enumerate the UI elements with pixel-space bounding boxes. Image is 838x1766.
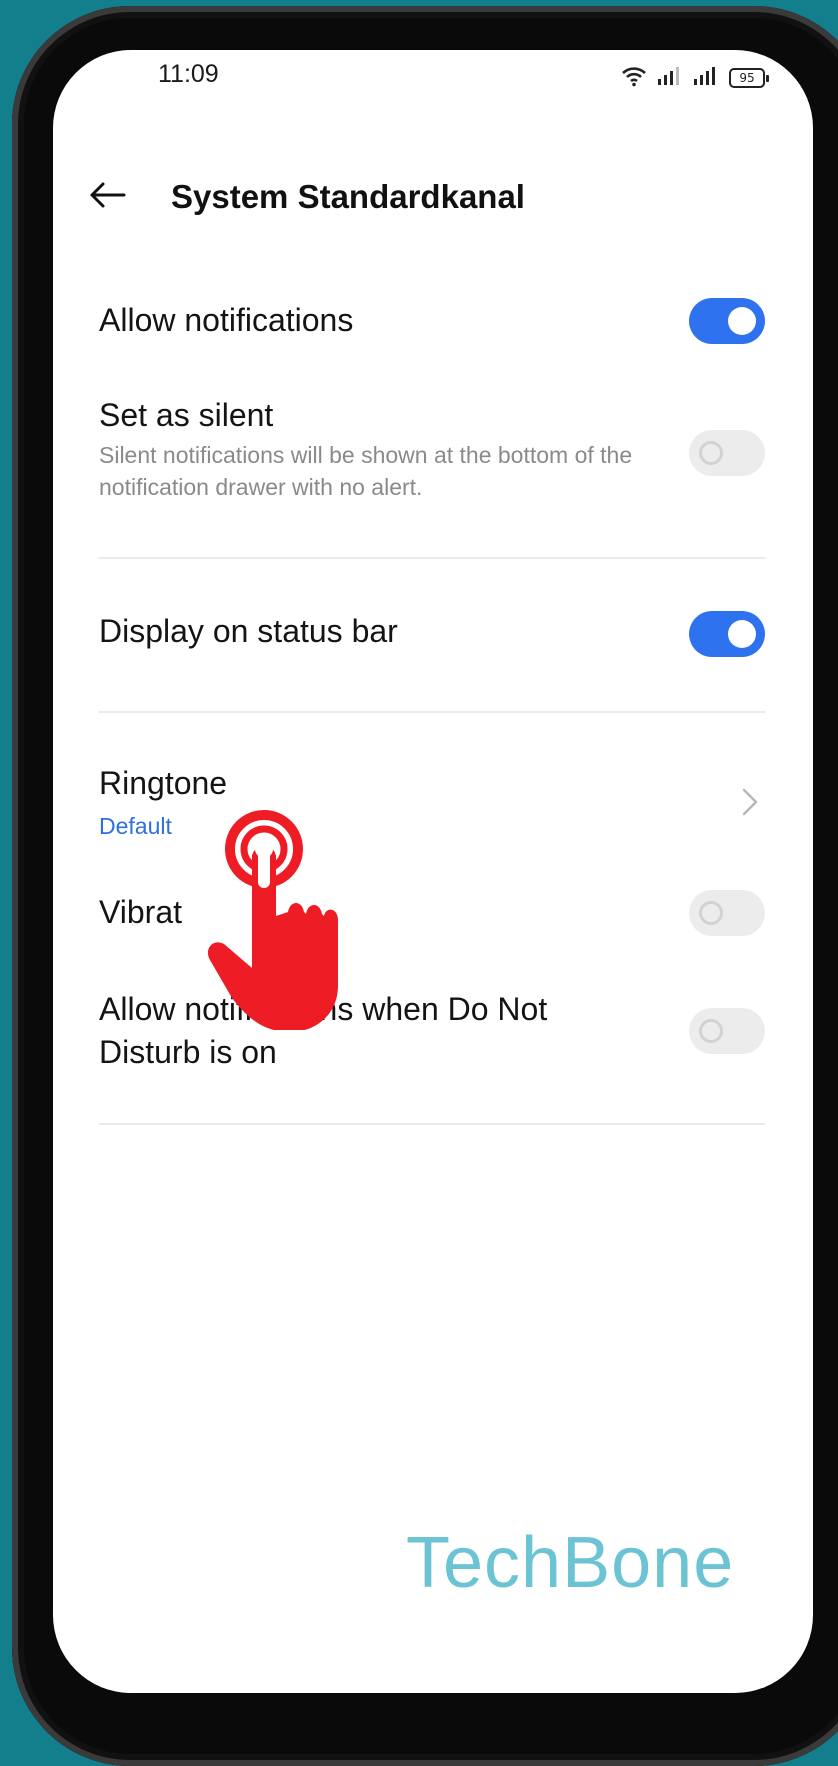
phone-screen: 11:09 95 System Standardkanal Allow noti…	[53, 50, 813, 1693]
vibration-toggle[interactable]	[689, 890, 765, 936]
watermark: TechBone	[406, 1523, 735, 1603]
divider	[99, 1123, 765, 1125]
header: System Standardkanal	[53, 160, 813, 230]
set-as-silent-description: Silent notifications will be shown at th…	[99, 442, 633, 500]
set-as-silent-label: Set as silent	[99, 397, 274, 433]
battery-icon: 95	[729, 68, 769, 88]
back-arrow-icon	[90, 182, 126, 208]
status-icons: 95	[621, 64, 769, 92]
allow-dnd-label: Allow notifications when Do Not Disturb …	[99, 991, 548, 1070]
back-button[interactable]	[83, 172, 131, 218]
display-on-status-bar-toggle[interactable]	[689, 611, 765, 657]
display-on-status-bar-label: Display on status bar	[99, 613, 398, 649]
divider	[99, 557, 765, 559]
divider	[99, 711, 765, 713]
toggle-knob	[699, 441, 723, 465]
allow-dnd-toggle[interactable]	[689, 1008, 765, 1054]
allow-notifications-row[interactable]: Allow notifications	[99, 298, 765, 350]
toggle-knob	[728, 307, 756, 335]
set-as-silent-row[interactable]: Set as silent Silent notifications will …	[99, 395, 765, 515]
signal-icon	[657, 65, 683, 92]
tap-hand-icon	[190, 810, 340, 1032]
ringtone-label: Ringtone	[99, 765, 228, 801]
toggle-knob	[699, 1019, 723, 1043]
wifi-icon	[621, 65, 647, 92]
allow-notifications-toggle[interactable]	[689, 298, 765, 344]
chevron-right-icon	[741, 787, 759, 822]
toggle-knob	[728, 620, 756, 648]
status-time: 11:09	[158, 60, 219, 88]
signal-icon	[693, 65, 719, 92]
page-title: System Standardkanal	[171, 178, 525, 215]
allow-notifications-label: Allow notifications	[99, 302, 354, 338]
toggle-knob	[699, 901, 723, 925]
set-as-silent-toggle[interactable]	[689, 430, 765, 476]
battery-level: 95	[739, 71, 755, 85]
display-on-status-bar-row[interactable]: Display on status bar	[99, 611, 765, 661]
status-bar: 11:09 95	[53, 50, 813, 110]
